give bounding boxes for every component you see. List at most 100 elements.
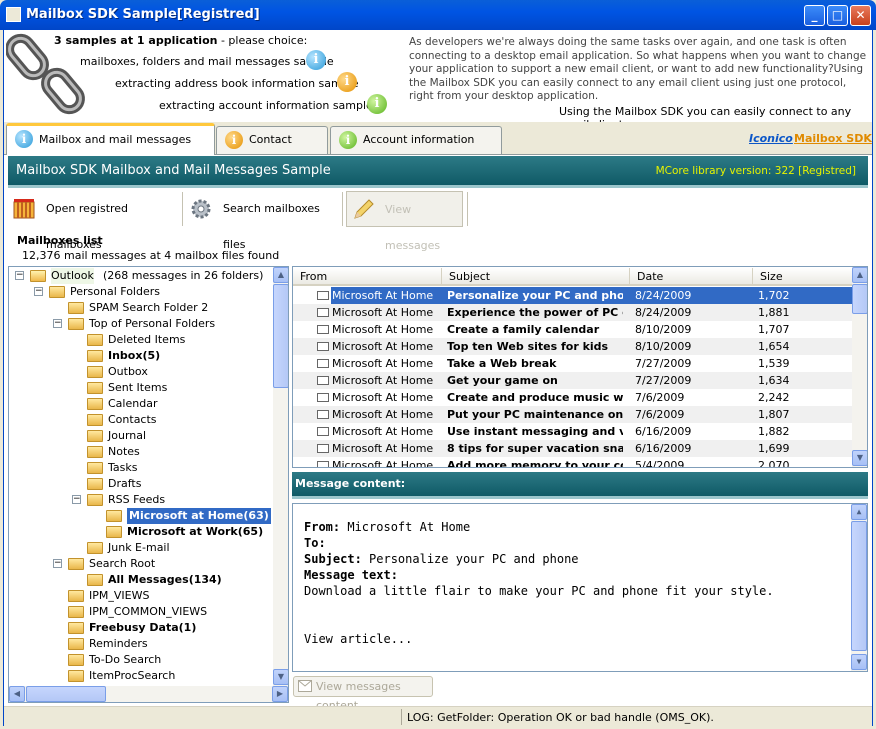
mailbox-sdk-link[interactable]: Mailbox SDK (794, 132, 872, 145)
cell-from: Microsoft At Home (332, 340, 434, 353)
message-content-box[interactable]: From: Microsoft At Home To: Subject: Per… (292, 503, 868, 672)
table-row[interactable]: Microsoft At Home Personalize your PC and… (317, 287, 852, 304)
app-icon (6, 7, 21, 22)
folder-icon (87, 574, 103, 586)
envelope-icon (317, 444, 329, 453)
scroll-up-button[interactable]: ▲ (852, 267, 867, 283)
table-row[interactable]: Microsoft At Home Top ten Web sites for k… (293, 338, 852, 355)
scroll-down-button[interactable]: ▼ (852, 450, 867, 466)
tree-expander-icon[interactable]: − (53, 319, 62, 328)
minimize-button[interactable]: _ (804, 5, 825, 26)
from-value: Microsoft At Home (340, 520, 471, 534)
scroll-thumb[interactable] (273, 284, 288, 388)
grid-vertical-scrollbar[interactable]: ▲ ▼ (852, 267, 867, 467)
tab-account[interactable]: i Account information sample (330, 126, 502, 172)
message-text-row: Message text: (304, 567, 398, 583)
folder-icon (49, 286, 65, 298)
table-row[interactable]: Microsoft At Home Create and produce musi… (293, 389, 852, 406)
info-icon-orange[interactable]: i (337, 72, 357, 92)
column-from[interactable]: From (293, 268, 442, 286)
tree-node-label: IPM_VIEWS (89, 589, 150, 602)
tree-vertical-scrollbar[interactable]: ▲ ▼ (273, 267, 288, 686)
subject-label: Subject: (304, 552, 362, 566)
cell-size: 1,654 (758, 340, 790, 353)
tree-expander-icon[interactable]: − (53, 559, 62, 568)
table-row[interactable]: Microsoft At Home Add more memory to your… (293, 457, 852, 467)
tree-horizontal-scrollbar[interactable]: ◀ ▶ (9, 686, 288, 702)
table-row[interactable]: Microsoft At Home Put your PC maintenance… (293, 406, 852, 423)
table-row[interactable]: Microsoft At Home 8 tips for super vacati… (293, 440, 852, 457)
tree-node-label: Top of Personal Folders (89, 317, 216, 330)
view-messages-button[interactable]: View messages (346, 191, 463, 252)
column-date[interactable]: Date (630, 268, 753, 286)
tree-node-label: Sent Items (108, 381, 168, 394)
cell-subject: Personalize your PC and phone (447, 289, 623, 302)
toolbar: Open registred mailboxes Search mailboxe… (8, 188, 868, 252)
tree-node-label: To-Do Search (89, 653, 162, 666)
cell-from: Microsoft At Home (332, 374, 434, 387)
tree-node-label: Deleted Items (108, 333, 186, 346)
message-to: To: (304, 535, 326, 551)
folder-icon (68, 302, 84, 314)
tab-mailbox[interactable]: i Mailbox and mail messages sample (6, 123, 215, 174)
search-mailboxes-button[interactable]: Search mailboxes files (190, 191, 338, 251)
view-article-link[interactable]: View article... (304, 631, 412, 647)
table-row[interactable]: Microsoft At Home Get your game on 7/27/20… (293, 372, 852, 389)
column-subject[interactable]: Subject (442, 268, 630, 286)
maximize-button[interactable]: □ (827, 5, 848, 26)
tree-expander-icon[interactable]: − (34, 287, 43, 296)
cell-size: 1,539 (758, 357, 790, 370)
close-button[interactable]: ✕ (850, 5, 871, 26)
message-vertical-scrollbar[interactable]: ▲ ▼ (851, 504, 867, 671)
info-icon-orange: i (225, 131, 243, 149)
scroll-thumb[interactable] (26, 686, 106, 702)
info-icon-blue[interactable]: i (306, 50, 326, 70)
message-from: From: Microsoft At Home (304, 519, 470, 535)
tree-node-label: Journal (108, 429, 147, 442)
open-mailboxes-button[interactable]: Open registred mailboxes (12, 191, 178, 251)
cell-subject: 8 tips for super vacation snap... (447, 442, 623, 455)
scroll-left-button[interactable]: ◀ (9, 686, 25, 702)
table-row[interactable]: Microsoft At Home Use instant messaging a… (293, 423, 852, 440)
tree-node-label: Tasks (108, 461, 138, 474)
tree-node-label: Drafts (108, 477, 142, 490)
table-row[interactable]: Microsoft At Home Experience the power of… (293, 304, 852, 321)
scroll-down-button[interactable]: ▼ (851, 654, 867, 670)
envelope-icon (317, 427, 329, 436)
folder-icon (87, 334, 103, 346)
title-bar[interactable]: Mailbox SDK Sample[Registred] _ □ ✕ (0, 0, 876, 30)
folder-icon (87, 414, 103, 426)
envelope-icon (317, 359, 329, 368)
folder-icon (87, 542, 103, 554)
tab-contact[interactable]: i Contact sample (216, 126, 328, 172)
envelope-icon (298, 680, 312, 692)
iconico-link[interactable]: Iconico (749, 132, 793, 145)
table-row[interactable]: Microsoft At Home Create a family calenda… (293, 321, 852, 338)
table-row[interactable]: Microsoft At Home Take a Web break 7/27/20… (293, 355, 852, 372)
folder-icon (68, 670, 84, 682)
cell-date: 7/27/2009 (635, 357, 692, 370)
link-address-book-sample[interactable]: extracting address book information samp… (115, 77, 359, 90)
cell-subject: Top ten Web sites for kids (447, 340, 609, 353)
view-messages-content-button[interactable]: View messages content (293, 676, 433, 712)
info-icon-green[interactable]: i (367, 94, 387, 114)
cell-size: 2,242 (758, 391, 790, 404)
scroll-up-button[interactable]: ▲ (851, 504, 867, 520)
scroll-down-button[interactable]: ▼ (273, 669, 288, 685)
folder-icon (106, 526, 122, 538)
column-size[interactable]: Size (753, 268, 853, 286)
folder-tree[interactable]: − Outlook (268 messages in 26 folders) − Per… (8, 266, 289, 703)
link-account-sample[interactable]: extracting account information sample (159, 99, 373, 112)
window-title: Mailbox SDK Sample[Registred] (26, 7, 260, 22)
scroll-up-button[interactable]: ▲ (273, 267, 288, 283)
folder-icon (68, 654, 84, 666)
link-mailbox-sample[interactable]: mailboxes, folders and mail messages sam… (80, 55, 334, 68)
scroll-thumb[interactable] (851, 521, 867, 651)
message-grid[interactable]: From Subject Date Size Microsoft At Home… (292, 266, 868, 468)
tree-expander-icon[interactable]: − (72, 495, 81, 504)
scroll-right-button[interactable]: ▶ (272, 686, 288, 702)
tree-expander-icon[interactable]: − (15, 271, 24, 280)
cell-subject: Put your PC maintenance on ... (447, 408, 623, 421)
scroll-thumb[interactable] (852, 284, 867, 314)
folder-icon (87, 398, 103, 410)
